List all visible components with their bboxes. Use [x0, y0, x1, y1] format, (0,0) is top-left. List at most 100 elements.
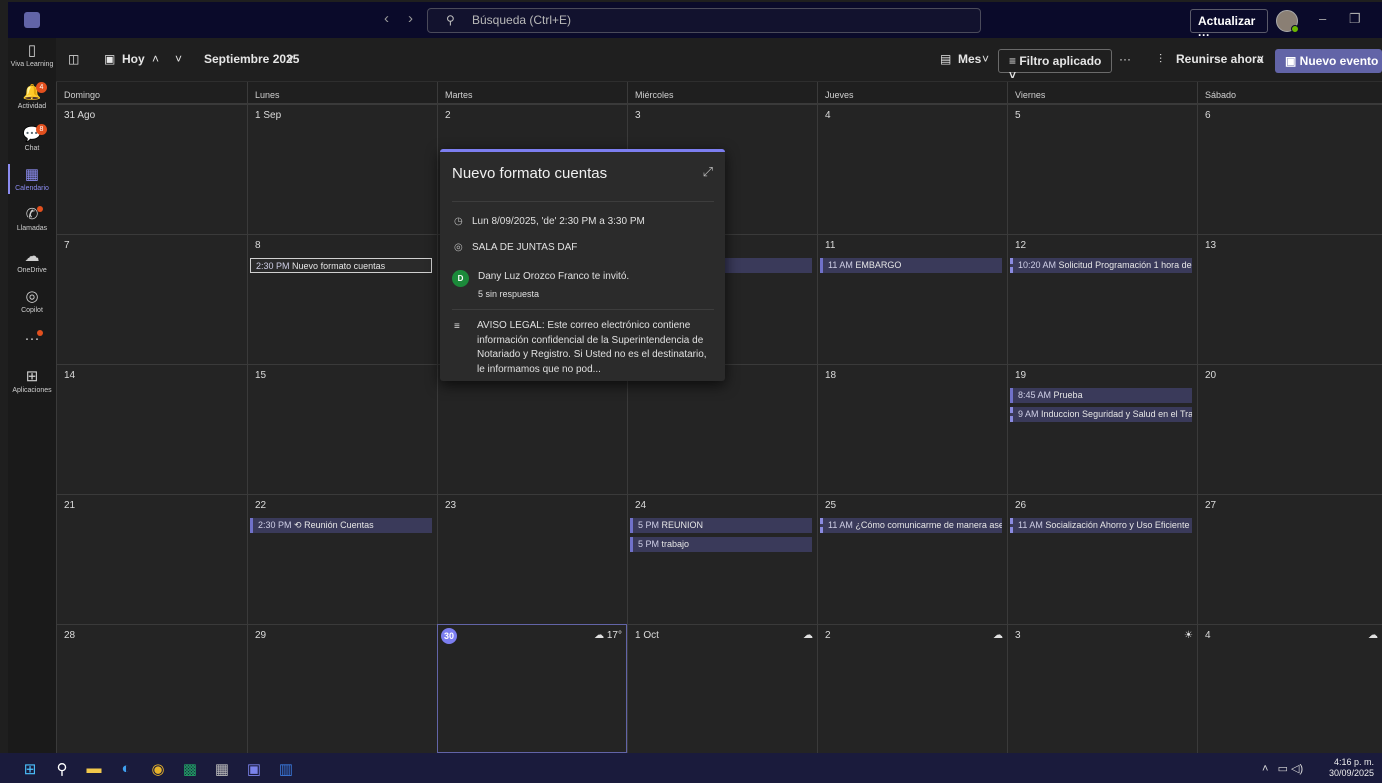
- day-cell[interactable]: 16: [437, 364, 627, 494]
- day-cell[interactable]: 2 ☁: [817, 624, 1007, 753]
- rail-item-copilot[interactable]: ◎ Copilot: [8, 286, 56, 324]
- day-cell[interactable]: 20: [1197, 364, 1382, 494]
- day-cell[interactable]: 19: [1007, 364, 1197, 494]
- event-time-row: ◷ Lun 8/09/2025, 'de' 2:30 PM a 3:30 PM: [454, 216, 645, 227]
- day-cell[interactable]: 31 Ago: [56, 104, 247, 234]
- day-cell[interactable]: 26: [1007, 494, 1197, 624]
- chevron-down-icon[interactable]: ˅: [175, 52, 182, 66]
- rail-item-viva-learning[interactable]: ▯ Viva Learning: [8, 40, 56, 78]
- calendar-event[interactable]: 11 AM Socialización Ahorro y Uso Eficien…: [1010, 518, 1192, 533]
- day-cell[interactable]: 3 ☀: [1007, 624, 1197, 753]
- calendar-event[interactable]: 11 AM ¿Cómo comunicarme de manera aser: [820, 518, 1002, 533]
- day-cell[interactable]: 29: [247, 624, 437, 753]
- calendar-event[interactable]: 11 AM EMBARGO: [820, 258, 1002, 273]
- day-cell[interactable]: 24: [627, 494, 817, 624]
- day-cell[interactable]: 30 ☁ 17°: [437, 624, 627, 753]
- minimize-button[interactable]: –: [1319, 11, 1326, 26]
- calendar-event[interactable]: 5 PM trabajo: [630, 537, 812, 552]
- day-cell[interactable]: 13: [1197, 234, 1382, 364]
- calendar-event[interactable]: 10:20 AM Solicitud Programación 1 hora d…: [1010, 258, 1192, 273]
- day-number: 14: [64, 370, 76, 381]
- event-preview-card[interactable]: Nuevo formato cuentas ⤢ ◷ Lun 8/09/2025, …: [440, 149, 725, 381]
- day-cell[interactable]: 4: [817, 104, 1007, 234]
- day-cell[interactable]: 5: [1007, 104, 1197, 234]
- forward-icon[interactable]: ›: [408, 10, 413, 27]
- rail-item-calls[interactable]: ✆ Llamadas: [8, 204, 56, 242]
- response-count[interactable]: 5 sin respuesta: [478, 289, 539, 299]
- event-time: 2:30 PM: [256, 261, 290, 271]
- restore-button[interactable]: ❐: [1349, 11, 1361, 27]
- calendar-event[interactable]: 8:45 AM Prueba: [1010, 388, 1192, 403]
- day-cell[interactable]: 8: [247, 234, 437, 364]
- teams-logo-icon: [24, 12, 40, 28]
- clock-date: 30/09/2025: [1328, 768, 1374, 778]
- day-cell[interactable]: 15: [247, 364, 437, 494]
- day-cell[interactable]: 11: [817, 234, 1007, 364]
- day-cell[interactable]: 6: [1197, 104, 1382, 234]
- system-tray[interactable]: ˄ ▭ ◁): [1262, 762, 1303, 775]
- day-cell[interactable]: 23: [437, 494, 627, 624]
- organizer-avatar: D: [452, 270, 469, 287]
- search-icon[interactable]: ⚲: [52, 760, 72, 778]
- update-button[interactable]: Actualizar ···: [1190, 9, 1268, 42]
- file-explorer-icon[interactable]: ▬: [84, 760, 104, 777]
- new-event-button[interactable]: ▣ Nuevo evento: [1275, 49, 1382, 73]
- month-selector[interactable]: Septiembre 2025: [204, 52, 299, 66]
- meet-icon: ⫶: [1159, 52, 1163, 66]
- meet-now-button[interactable]: Reunirse ahora: [1176, 52, 1263, 66]
- edge-icon[interactable]: ◐: [116, 760, 136, 777]
- chevron-up-icon[interactable]: ˄: [152, 52, 159, 66]
- day-cell[interactable]: 18: [817, 364, 1007, 494]
- rail-item-apps[interactable]: ⊞ Aplicaciones: [8, 366, 56, 404]
- day-number: 27: [1205, 500, 1217, 511]
- today-button[interactable]: Hoy: [122, 52, 145, 66]
- day-cell[interactable]: 1 Sep: [247, 104, 437, 234]
- excel-icon[interactable]: ▩: [180, 760, 200, 778]
- calculator-icon[interactable]: ▦: [212, 760, 232, 778]
- day-cell[interactable]: 21: [56, 494, 247, 624]
- notification-dot: [37, 330, 43, 336]
- rail-item-calendar[interactable]: ▦ Calendario: [8, 164, 56, 202]
- rail-item-chat[interactable]: 💬 Chat 8: [8, 124, 56, 162]
- chat-icon: 💬: [22, 126, 42, 143]
- weather-icon: ☁: [803, 630, 813, 641]
- active-indicator: [8, 164, 10, 194]
- day-cell[interactable]: 12: [1007, 234, 1197, 364]
- expand-icon[interactable]: ⤢: [703, 164, 713, 180]
- calendar-event[interactable]: 5 PM REUNION: [630, 518, 812, 533]
- word-icon[interactable]: ▥: [276, 760, 296, 778]
- meet-chevron-icon[interactable]: ˅: [1257, 52, 1264, 66]
- sidebar-toggle-icon[interactable]: ◫: [68, 52, 79, 66]
- search-input[interactable]: ⚲ Búsqueda (Ctrl+E): [427, 8, 981, 33]
- rail-item-more[interactable]: ···: [8, 328, 56, 366]
- day-cell[interactable]: 28: [56, 624, 247, 753]
- calendar-event[interactable]: 9 AM Induccion Seguridad y Salud en el T…: [1010, 407, 1192, 422]
- chrome-icon[interactable]: ◉: [148, 760, 168, 778]
- more-options-icon[interactable]: ···: [1119, 52, 1131, 66]
- clock[interactable]: 4:16 p. m. 30/09/2025: [1318, 757, 1374, 779]
- day-cell[interactable]: 25: [817, 494, 1007, 624]
- day-cell[interactable]: 14: [56, 364, 247, 494]
- day-cell[interactable]: 7: [56, 234, 247, 364]
- day-cell[interactable]: 27: [1197, 494, 1382, 624]
- calendar-toolbar: ◫ ▣ Hoy ˄ ˅ Septiembre 2025 ˅ ▤ Mes ˅ ≡ …: [56, 38, 1382, 82]
- day-number: 29: [255, 630, 267, 641]
- day-cell[interactable]: 1 Oct ☁: [627, 624, 817, 753]
- day-number: 3: [635, 110, 641, 121]
- back-icon[interactable]: ‹: [384, 10, 389, 27]
- calendar-event[interactable]: 2:30 PM ⟲ Reunión Cuentas: [250, 518, 432, 533]
- avatar[interactable]: [1276, 10, 1299, 33]
- month-chevron-icon: ˅: [287, 52, 295, 66]
- teams-icon[interactable]: ▣: [244, 760, 264, 778]
- rail-item-onedrive[interactable]: ☁ OneDrive: [8, 246, 56, 284]
- day-cell[interactable]: 22: [247, 494, 437, 624]
- view-selector[interactable]: Mes: [958, 52, 981, 66]
- rail-item-activity[interactable]: 🔔 Actividad 4: [8, 82, 56, 120]
- windows-start-icon[interactable]: ⊞: [20, 760, 40, 778]
- day-cell[interactable]: 17: [627, 364, 817, 494]
- filter-button[interactable]: ≡ Filtro aplicado ˅: [998, 49, 1112, 82]
- day-cell[interactable]: 4 ☁: [1197, 624, 1382, 753]
- calendar-event[interactable]: 2:30 PM Nuevo formato cuentas: [250, 258, 432, 273]
- new-event-label: Nuevo evento: [1299, 54, 1379, 68]
- day-number: 5: [1015, 110, 1021, 121]
